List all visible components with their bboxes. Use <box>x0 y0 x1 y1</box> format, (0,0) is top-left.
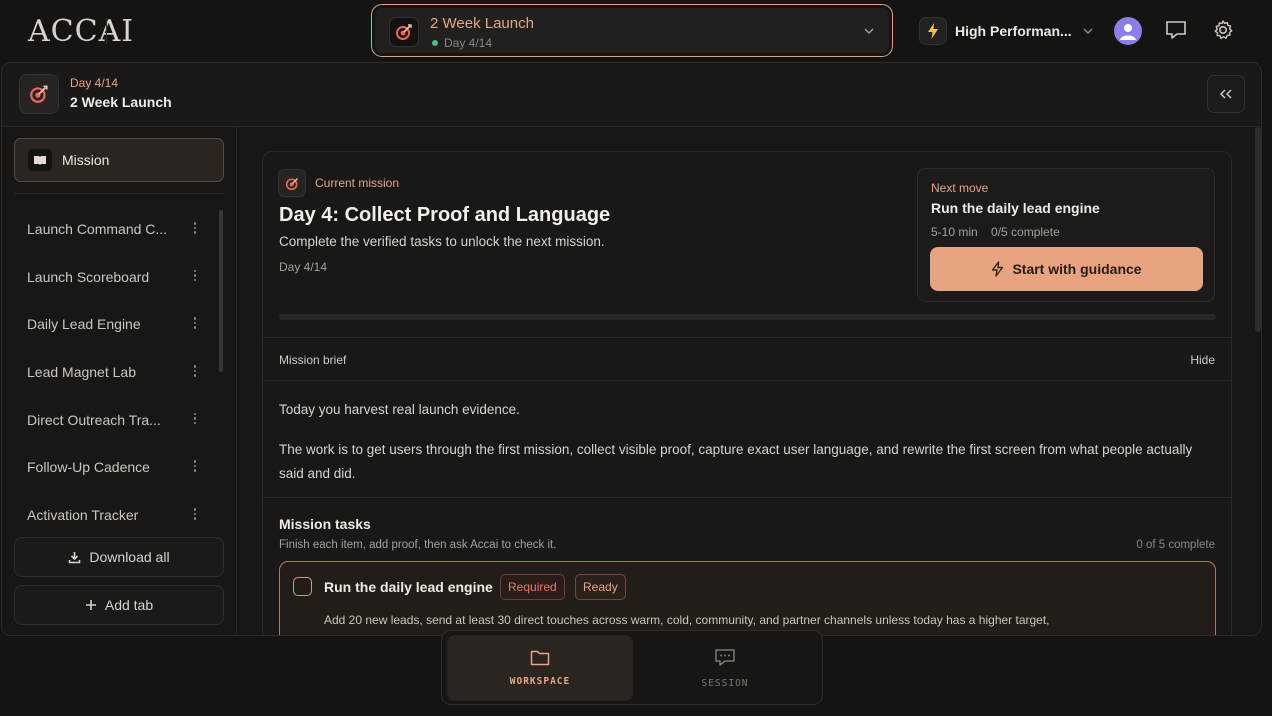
mode-selector[interactable]: High Performan... <box>919 15 1094 47</box>
sidebar-item[interactable]: Launch Command C... <box>2 205 217 253</box>
project-selector[interactable]: 2 Week Launch Day 4/14 <box>371 4 893 57</box>
chevron-down-icon <box>864 28 874 35</box>
status-dot <box>432 40 438 46</box>
more-options-icon[interactable] <box>193 365 197 379</box>
next-move-label: Next move <box>931 181 989 195</box>
mission-day: Day 4/14 <box>279 260 328 274</box>
mission-brief-label: Mission brief <box>279 353 347 367</box>
user-icon <box>1120 24 1136 40</box>
tab-session-label: SESSION <box>701 677 749 689</box>
panel-title: 2 Week Launch <box>70 94 172 110</box>
target-icon <box>278 169 306 197</box>
download-all-label: Download all <box>89 549 170 565</box>
tab-workspace[interactable]: WORKSPACE <box>447 635 633 701</box>
chat-dots-icon <box>715 648 735 666</box>
task-title: Run the daily lead engine <box>324 579 493 595</box>
sidebar-item[interactable]: Follow-Up Cadence <box>2 443 217 491</box>
collapse-button[interactable] <box>1207 75 1245 113</box>
content-scrollbar[interactable] <box>1255 127 1261 332</box>
sidebar-item[interactable]: Activation Tracker <box>2 491 217 539</box>
next-move-duration: 5-10 min <box>931 225 978 239</box>
sidebar-item-label: Activation Tracker <box>27 506 139 523</box>
project-day: Day 4/14 <box>444 36 493 50</box>
next-move-title: Run the daily lead engine <box>931 200 1100 216</box>
sidebar-item-label: Direct Outreach Tra... <box>27 411 161 428</box>
sidebar-item-label: Launch Command C... <box>27 220 168 237</box>
tab-session[interactable]: SESSION <box>632 635 818 701</box>
chat-icon[interactable] <box>1164 19 1188 41</box>
avatar[interactable] <box>1114 17 1142 45</box>
more-options-icon[interactable] <box>193 508 197 522</box>
sidebar-item[interactable]: Daily Lead Engine <box>2 300 217 348</box>
book-icon <box>28 149 52 171</box>
current-mission-label: Current mission <box>315 176 400 190</box>
gear-icon[interactable] <box>1212 19 1234 41</box>
mission-card: Current mission Day 4: Collect Proof and… <box>262 151 1232 635</box>
start-with-guidance-button[interactable]: Start with guidance <box>930 247 1203 291</box>
brief-paragraph: The work is to get users through the fir… <box>279 442 1193 481</box>
mission-tasks-count: 0 of 5 complete <box>1136 539 1215 551</box>
project-title: 2 Week Launch <box>430 15 534 32</box>
tab-workspace-label: WORKSPACE <box>509 676 571 687</box>
add-tab-label: Add tab <box>104 597 154 613</box>
more-options-icon[interactable] <box>193 460 197 474</box>
download-all-button[interactable]: Download all <box>14 537 224 577</box>
required-badge: Required <box>500 574 565 600</box>
sidebar-item-label: Lead Magnet Lab <box>27 363 136 380</box>
mission-tasks-title: Mission tasks <box>279 516 371 532</box>
more-options-icon[interactable] <box>193 412 197 427</box>
hide-brief-button[interactable]: Hide <box>1190 353 1215 367</box>
task-description: Add 20 new leads, send at least 30 direc… <box>324 613 1050 627</box>
ready-badge: Ready <box>575 574 626 600</box>
plus-icon <box>85 600 96 610</box>
mission-title: Day 4: Collect Proof and Language <box>279 204 611 226</box>
more-options-icon[interactable] <box>193 222 197 236</box>
bolt-icon <box>992 261 1004 277</box>
divider <box>14 193 224 194</box>
brief-paragraph: Today you harvest real launch evidence. <box>279 402 520 417</box>
folder-icon <box>530 650 550 666</box>
sidebar-item-label: Launch Scoreboard <box>27 268 150 285</box>
sidebar-item-label: Mission <box>62 152 110 168</box>
more-options-icon[interactable] <box>193 317 197 331</box>
divider <box>263 497 1231 498</box>
workspace-panel: Day 4/14 2 Week Launch Mission Launch Co… <box>1 62 1262 636</box>
sidebar-item-mission[interactable]: Mission <box>14 138 224 182</box>
sidebar-item[interactable]: Lead Magnet Lab <box>2 348 217 396</box>
bottom-dock: WORKSPACE SESSION <box>441 630 823 705</box>
next-move-meta: 5-10 min 0/5 complete <box>931 225 1060 239</box>
mission-content: Current mission Day 4: Collect Proof and… <box>238 127 1256 635</box>
mission-tasks-subtitle: Finish each item, add proof, then ask Ac… <box>279 539 557 551</box>
mission-progress-bar <box>279 314 1216 320</box>
sidebar-tab-list: Launch Command C... Launch Scoreboard Da… <box>2 205 217 539</box>
panel-header: Day 4/14 2 Week Launch <box>2 63 1261 127</box>
more-options-icon[interactable] <box>193 269 197 284</box>
project-subtitle: Day 4/14 <box>432 36 492 50</box>
mission-brief-header: Mission brief Hide <box>263 337 1231 381</box>
bolt-icon <box>919 17 947 45</box>
sidebar-item[interactable]: Launch Scoreboard <box>2 253 217 301</box>
next-move-completion: 0/5 complete <box>991 225 1060 239</box>
logo-divider <box>106 18 107 44</box>
sidebar-scrollbar[interactable] <box>219 210 223 372</box>
sidebar-item-label: Daily Lead Engine <box>27 316 141 333</box>
chevrons-left-icon <box>1219 89 1232 99</box>
task-item[interactable]: Run the daily lead engine Required Ready… <box>279 561 1216 635</box>
app-logo[interactable]: ACCAI <box>28 14 134 49</box>
download-icon <box>69 551 81 563</box>
sidebar: Mission Launch Command C... Launch Score… <box>2 127 237 635</box>
top-bar: ACCAI 2 Week Launch Day 4/14 High Perfor… <box>0 0 1272 62</box>
add-tab-button[interactable]: Add tab <box>14 585 224 625</box>
target-icon <box>19 74 59 114</box>
mission-description: Complete the verified tasks to unlock th… <box>279 234 605 249</box>
mode-label: High Performan... <box>955 23 1072 39</box>
sidebar-item[interactable]: Direct Outreach Tra... <box>2 396 217 444</box>
next-move-card: Next move Run the daily lead engine 5-10… <box>917 168 1215 302</box>
task-checkbox[interactable] <box>293 577 312 596</box>
start-with-guidance-label: Start with guidance <box>1012 261 1142 277</box>
target-icon <box>389 17 419 47</box>
chevron-down-icon <box>1083 28 1093 35</box>
panel-day: Day 4/14 <box>70 76 119 90</box>
sidebar-item-label: Follow-Up Cadence <box>27 459 150 476</box>
